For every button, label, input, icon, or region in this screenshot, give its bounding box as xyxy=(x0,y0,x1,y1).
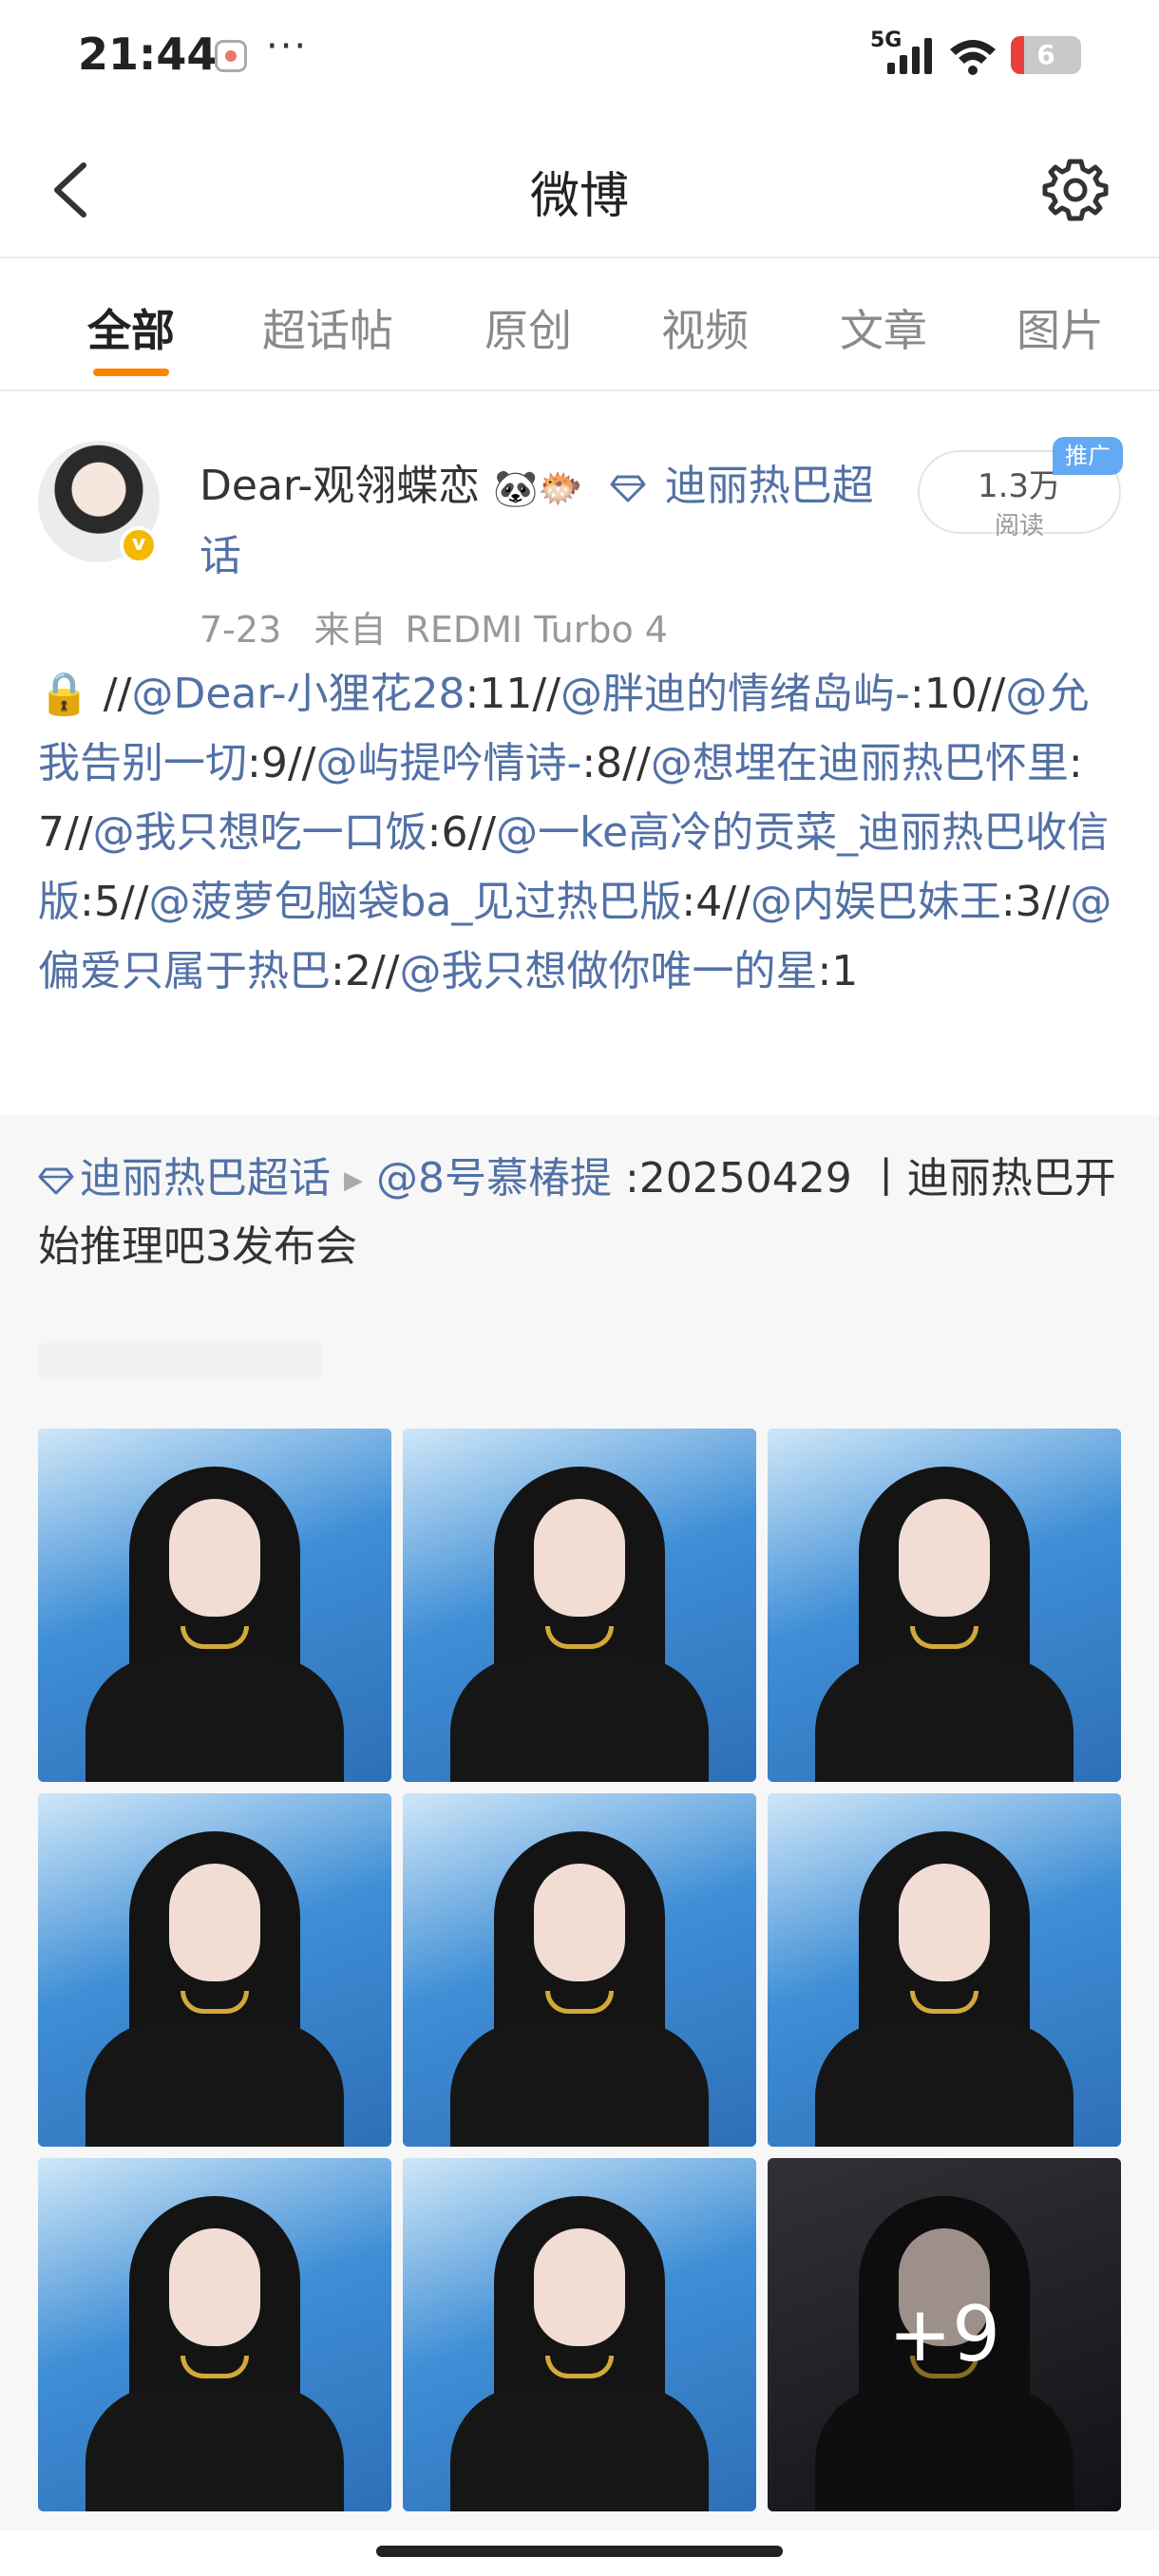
post-source: REDMI Turbo 4 xyxy=(405,609,668,651)
photo-1[interactable] xyxy=(38,1429,391,1782)
post-text-segment: :2// xyxy=(331,947,400,995)
photo-4[interactable] xyxy=(38,1793,391,2147)
weibo-screen: 21:44 ··· 5G 6 微博 全部 超话帖 原创 视频 文章 图片 v D… xyxy=(0,0,1159,2576)
signal-icon xyxy=(887,38,932,74)
tab-video[interactable]: 视频 xyxy=(661,296,749,359)
post-author-line: Dear-观翎蝶恋 🐼🐡 迪丽热巴超话 xyxy=(200,452,884,591)
photo-9[interactable]: +9 xyxy=(768,2158,1121,2511)
faded-text-line xyxy=(38,1343,323,1377)
mention-link[interactable]: @Dear-小狸花28 xyxy=(131,670,465,718)
username[interactable]: Dear-观翎蝶恋 xyxy=(200,462,480,510)
gear-icon[interactable] xyxy=(1039,154,1112,226)
tab-articles[interactable]: 文章 xyxy=(840,296,927,359)
wifi-icon xyxy=(950,40,996,75)
more-notifications-icon: ··· xyxy=(266,25,309,68)
verified-badge-icon: v xyxy=(120,526,158,564)
photo-6[interactable] xyxy=(768,1793,1121,2147)
source-prefix: 来自 xyxy=(314,609,387,651)
tab-original[interactable]: 原创 xyxy=(484,296,572,359)
post-text-segment: :3// xyxy=(1000,878,1071,926)
photo-8[interactable] xyxy=(403,2158,756,2511)
post-text-segment: // xyxy=(103,670,132,718)
page-title: 微博 xyxy=(529,168,629,225)
photo-grid: +9 xyxy=(38,1429,1121,2511)
tab-all[interactable]: 全部 xyxy=(87,296,175,359)
tab-images[interactable]: 图片 xyxy=(1016,296,1104,359)
photo-2[interactable] xyxy=(403,1429,756,1782)
battery-level: 6 xyxy=(1036,39,1055,70)
repost-text: 迪丽热巴超话 ▶ @8号慕椿提 :20250429 丨迪丽热巴开始推理吧3发布会 xyxy=(38,1146,1130,1280)
top-nav-bar: 微博 xyxy=(0,114,1159,258)
battery-icon: 6 xyxy=(1011,36,1081,74)
home-indicator[interactable] xyxy=(376,2546,783,2557)
promo-tag: 推广 xyxy=(1053,437,1123,475)
reposted-content[interactable]: 迪丽热巴超话 ▶ @8号慕椿提 :20250429 丨迪丽热巴开始推理吧3发布会 +… xyxy=(0,1115,1159,2530)
post-meta: 7-23 来自 REDMI Turbo 4 xyxy=(200,600,668,653)
play-arrow-icon: ▶ xyxy=(344,1166,363,1195)
post-text-segment: :5// xyxy=(80,878,149,926)
mention-link[interactable]: @胖迪的情绪岛屿- xyxy=(560,670,910,718)
tab-supertopic-posts[interactable]: 超话帖 xyxy=(262,296,393,359)
post-text-segment: :11// xyxy=(465,670,560,718)
mention-link[interactable]: @屿提吟情诗- xyxy=(315,739,581,787)
post-text-segment: :9// xyxy=(247,739,316,787)
post-text: 🔒 //@Dear-小狸花28:11//@胖迪的情绪岛屿-:10//@允我告别一… xyxy=(38,659,1130,1006)
filter-tabs: 全部 超话帖 原创 视频 文章 图片 xyxy=(0,260,1159,391)
mention-link[interactable]: @我只想做你唯一的星 xyxy=(399,947,817,995)
post-text-segment: :1 xyxy=(817,947,859,995)
photo-7[interactable] xyxy=(38,2158,391,2511)
status-time: 21:44 xyxy=(78,28,218,80)
supertopic-diamond-icon xyxy=(38,1167,74,1195)
mention-link[interactable]: @内娱巴妹王 xyxy=(750,878,1001,926)
active-tab-indicator xyxy=(93,369,169,376)
post-text-segment: :10// xyxy=(909,670,1006,718)
post-date: 7-23 xyxy=(200,609,282,651)
photo-3[interactable] xyxy=(768,1429,1121,1782)
supertopic-diamond-icon xyxy=(610,475,646,502)
repost-author-link[interactable]: @8号慕椿提 xyxy=(376,1154,612,1203)
repost-topic-link[interactable]: 迪丽热巴超话 xyxy=(80,1154,331,1203)
mention-link[interactable]: @想埋在迪丽热巴怀里 xyxy=(651,739,1069,787)
post-text-segment: :4// xyxy=(681,878,750,926)
photo-5[interactable] xyxy=(403,1793,756,2147)
post-text-segment: :6// xyxy=(427,808,497,857)
post-text-segment: :8// xyxy=(581,739,651,787)
username-emojis: 🐼🐡 xyxy=(493,467,583,509)
lock-icon: 🔒 xyxy=(38,670,90,718)
more-photos-count: +9 xyxy=(768,2158,1121,2511)
mention-link[interactable]: @菠萝包脑袋ba_见过热巴版 xyxy=(148,878,681,926)
read-label: 阅读 xyxy=(994,512,1044,540)
mention-link[interactable]: @我只想吃一口饭 xyxy=(93,808,428,857)
status-bar: 21:44 ··· 5G 6 xyxy=(0,0,1159,114)
notification-app-icon xyxy=(215,40,247,72)
